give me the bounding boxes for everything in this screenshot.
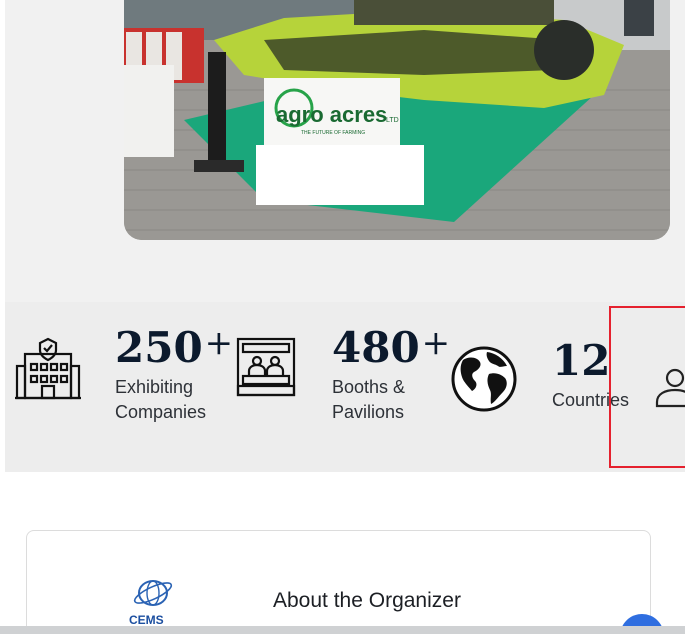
hero-image: agro acres THE FUTURE OF FARMING LTD xyxy=(124,0,670,240)
stat-booths-label: Booths & Pavilions xyxy=(332,375,405,425)
building-icon xyxy=(15,337,81,400)
cems-logo: CEMS xyxy=(129,580,173,625)
about-organizer-title: About the Organizer xyxy=(273,589,461,612)
stat-number-value: 250 xyxy=(115,323,203,372)
stat-label-line: Companies xyxy=(115,402,207,422)
cems-logo-text: CEMS xyxy=(129,613,164,625)
about-organizer-card[interactable]: CEMS About the Organizer xyxy=(26,530,651,634)
stats-strip: 250+ Exhibiting Companies 480+ Booths & Pa… xyxy=(5,302,685,472)
stat-label-line: Exhibiting xyxy=(115,377,194,397)
sign-brand-text: agro acres xyxy=(276,102,387,127)
stat-number-suffix: + xyxy=(421,323,451,363)
stat-label-line: Pavilions xyxy=(332,402,405,422)
sign-suffix-text: LTD xyxy=(386,117,399,124)
stat-countries-number: 12 xyxy=(552,339,612,382)
stat-exhibitors-label: Exhibiting Companies xyxy=(115,375,206,425)
globe-icon xyxy=(451,346,517,412)
stat-booths-number: 480+ xyxy=(332,326,450,369)
stat-exhibitors-number: 250+ xyxy=(115,326,233,369)
stat-number-value: 12 xyxy=(552,336,611,385)
stat-number-value: 480 xyxy=(332,323,420,372)
stat-label-line: Booths & xyxy=(332,377,406,397)
expo-photo: agro acres THE FUTURE OF FARMING LTD xyxy=(124,0,670,240)
stat-number-suffix: + xyxy=(204,323,234,363)
booth-icon xyxy=(236,337,296,397)
hero-section: agro acres THE FUTURE OF FARMING LTD xyxy=(5,0,685,302)
highlight-box xyxy=(609,306,685,468)
bottom-bar xyxy=(0,626,685,634)
sign-tagline-text: THE FUTURE OF FARMING xyxy=(301,130,365,136)
